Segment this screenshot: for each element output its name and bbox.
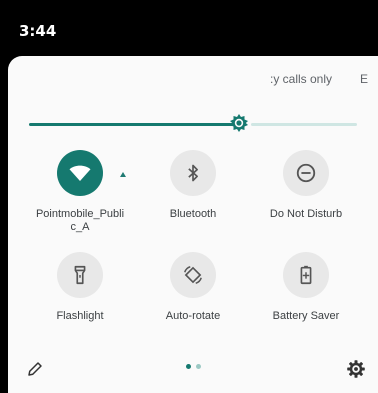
wifi-icon <box>69 165 91 181</box>
bluetooth-button[interactable] <box>170 150 216 196</box>
tile-label: Auto-rotate <box>165 310 221 322</box>
battery-saver-icon <box>300 265 312 285</box>
do-not-disturb-icon <box>296 163 316 183</box>
carrier-text-secondary: E <box>360 72 369 86</box>
page-indicator <box>186 364 201 369</box>
status-time: 3:44 <box>19 22 57 40</box>
flashlight-icon <box>74 265 86 285</box>
wifi-expand-caret-icon[interactable] <box>120 172 126 177</box>
tile-flashlight[interactable]: Flashlight <box>20 252 140 323</box>
brightness-slider[interactable] <box>29 114 357 132</box>
settings-gear-icon[interactable] <box>346 359 366 379</box>
tile-bluetooth[interactable]: Bluetooth <box>133 150 253 221</box>
battery-saver-button[interactable] <box>283 252 329 298</box>
edit-icon[interactable] <box>26 360 44 378</box>
tile-auto-rotate[interactable]: Auto-rotate <box>133 252 253 323</box>
quick-settings-panel: :y calls only E Pointmobile_Publi c_A Bl… <box>8 56 378 393</box>
page-dot-active <box>186 364 191 369</box>
tile-label: Do Not Disturb <box>269 208 343 220</box>
bluetooth-icon <box>188 164 198 182</box>
flashlight-button[interactable] <box>57 252 103 298</box>
tile-battery-saver[interactable]: Battery Saver <box>246 252 366 323</box>
tile-label: Flashlight <box>56 310 104 322</box>
auto-rotate-button[interactable] <box>170 252 216 298</box>
status-bar: 3:44 <box>0 0 378 52</box>
brightness-icon[interactable] <box>229 113 249 133</box>
do-not-disturb-button[interactable] <box>283 150 329 196</box>
page-dot-inactive <box>196 364 201 369</box>
brightness-track-filled <box>29 123 239 126</box>
tile-label: Bluetooth <box>169 208 217 220</box>
wifi-button[interactable] <box>57 150 103 196</box>
tile-label: Pointmobile_Publi c_A <box>35 208 125 233</box>
carrier-text: :y calls only <box>270 72 333 86</box>
brightness-track-empty <box>251 123 357 126</box>
auto-rotate-icon <box>184 266 202 284</box>
tile-wifi[interactable]: Pointmobile_Publi c_A <box>20 150 140 234</box>
tile-do-not-disturb[interactable]: Do Not Disturb <box>246 150 366 221</box>
tile-label: Battery Saver <box>272 310 340 322</box>
